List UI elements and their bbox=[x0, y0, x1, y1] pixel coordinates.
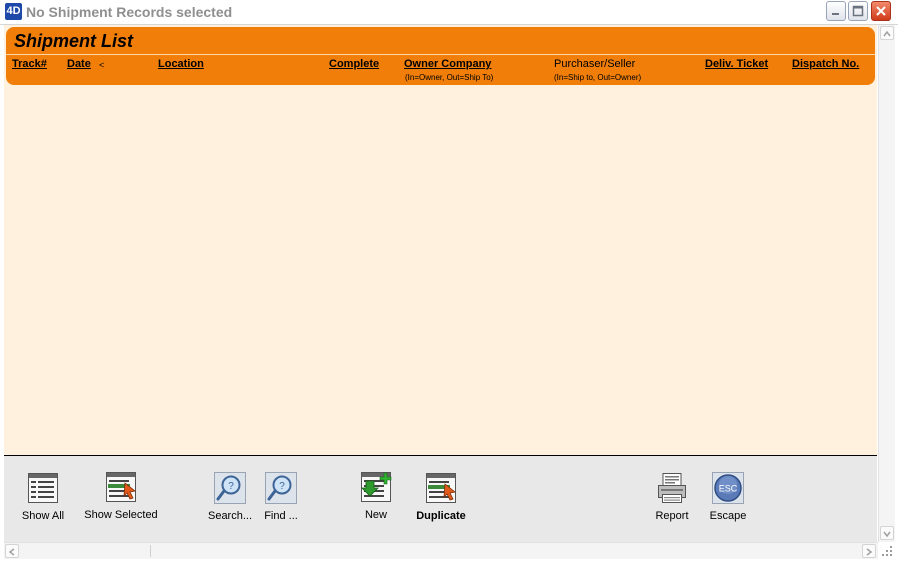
minimize-button[interactable] bbox=[826, 1, 846, 21]
find-button[interactable]: ? Find ... bbox=[258, 472, 304, 522]
search-label: Search... bbox=[207, 510, 253, 522]
title-bar: 4D No Shipment Records selected bbox=[0, 0, 898, 25]
scroll-track-divider bbox=[150, 545, 151, 557]
show-selected-button[interactable]: Show Selected bbox=[80, 471, 162, 521]
header-divider bbox=[6, 54, 875, 55]
escape-icon: ESC bbox=[712, 472, 744, 504]
resize-grip-icon[interactable] bbox=[878, 542, 894, 558]
report-button[interactable]: Report bbox=[650, 472, 694, 522]
sort-indicator-icon: < bbox=[99, 60, 105, 70]
duplicate-icon bbox=[425, 472, 457, 504]
minimize-icon bbox=[832, 13, 839, 15]
chevron-down-icon bbox=[883, 531, 891, 538]
list-header-panel: Shipment List Track# Date < Location Com… bbox=[6, 27, 875, 85]
button-toolbar: Show All Show Selected ? Search... ? Fin… bbox=[4, 456, 877, 542]
column-header-track[interactable]: Track# bbox=[12, 58, 47, 70]
scroll-down-button[interactable] bbox=[880, 526, 894, 540]
column-header-deliv-ticket[interactable]: Deliv. Ticket bbox=[705, 58, 768, 70]
column-header-dispatch-no[interactable]: Dispatch No. bbox=[792, 58, 859, 70]
chevron-left-icon bbox=[8, 548, 15, 556]
escape-button[interactable]: ESC Escape bbox=[704, 472, 752, 522]
app-4d-icon: 4D bbox=[5, 3, 22, 20]
search-icon: ? bbox=[214, 472, 246, 504]
chevron-right-icon bbox=[866, 548, 873, 556]
show-all-label: Show All bbox=[21, 510, 65, 522]
show-all-button[interactable]: Show All bbox=[14, 472, 72, 522]
close-button[interactable] bbox=[871, 1, 891, 21]
list-all-icon bbox=[27, 472, 59, 504]
svg-text:?: ? bbox=[279, 481, 285, 492]
window-title: No Shipment Records selected bbox=[26, 4, 233, 20]
scroll-right-button[interactable] bbox=[862, 544, 876, 558]
printer-icon bbox=[656, 472, 688, 504]
new-label: New bbox=[364, 509, 387, 521]
list-selected-icon bbox=[105, 471, 137, 503]
chevron-up-icon bbox=[883, 30, 891, 37]
find-icon: ? bbox=[265, 472, 297, 504]
duplicate-label: Duplicate bbox=[416, 510, 466, 522]
list-title: Shipment List bbox=[14, 31, 134, 51]
duplicate-button[interactable]: Duplicate bbox=[410, 472, 472, 522]
report-label: Report bbox=[655, 510, 689, 522]
close-icon bbox=[876, 6, 886, 16]
column-header-date[interactable]: Date bbox=[67, 58, 91, 70]
shipment-list-area[interactable]: Shipment List Track# Date < Location Com… bbox=[4, 25, 877, 455]
show-selected-label: Show Selected bbox=[84, 509, 158, 521]
column-header-owner-company[interactable]: Owner Company bbox=[404, 58, 491, 70]
owner-company-subtitle: (In=Owner, Out=Ship To) bbox=[405, 73, 494, 82]
new-record-icon bbox=[360, 471, 392, 503]
new-button[interactable]: New bbox=[356, 471, 396, 521]
escape-label: Escape bbox=[709, 510, 747, 522]
svg-text:?: ? bbox=[228, 481, 234, 492]
scroll-left-button[interactable] bbox=[5, 544, 19, 558]
column-header-purchaser-seller: Purchaser/Seller bbox=[554, 58, 636, 70]
vertical-scrollbar[interactable] bbox=[878, 25, 895, 542]
find-label: Find ... bbox=[264, 510, 298, 522]
maximize-button[interactable] bbox=[848, 1, 868, 21]
purchaser-seller-subtitle: (In=Ship to, Out=Owner) bbox=[554, 73, 642, 82]
horizontal-scrollbar[interactable] bbox=[4, 542, 878, 559]
column-header-location[interactable]: Location bbox=[158, 58, 204, 70]
escape-icon-text: ESC bbox=[719, 484, 738, 494]
search-button[interactable]: ? Search... bbox=[204, 472, 256, 522]
maximize-icon bbox=[852, 5, 864, 17]
scroll-up-button[interactable] bbox=[880, 26, 894, 40]
column-header-complete[interactable]: Complete bbox=[329, 58, 379, 70]
